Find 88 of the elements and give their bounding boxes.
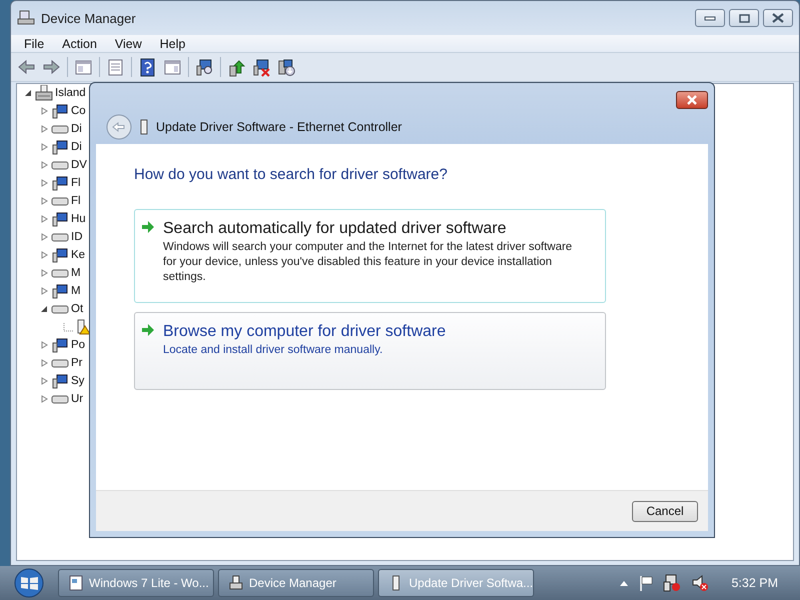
panel-icon[interactable]: [163, 58, 182, 76]
expand-arrow-icon[interactable]: [41, 341, 48, 349]
tree-item[interactable]: Fl: [71, 177, 81, 189]
menu-item[interactable]: Action: [53, 36, 106, 50]
expand-arrow-icon[interactable]: [41, 107, 48, 115]
minimize-icon: [704, 16, 716, 20]
expand-arrow-icon[interactable]: [41, 251, 48, 259]
expand-arrow-icon[interactable]: [41, 161, 48, 169]
tree-item[interactable]: Hu: [71, 213, 86, 225]
close-button[interactable]: [763, 9, 793, 27]
expand-arrow-icon[interactable]: [41, 197, 48, 205]
menu-item[interactable]: View: [106, 36, 151, 50]
tree-item[interactable]: ID: [71, 231, 82, 243]
close-icon: [686, 95, 698, 105]
monitor-search-icon[interactable]: [195, 58, 214, 76]
list-icon[interactable]: [106, 58, 125, 76]
tree-item[interactable]: Ur: [71, 393, 84, 405]
expand-arrow-icon[interactable]: [41, 395, 48, 403]
tree-item[interactable]: Sy: [71, 375, 84, 387]
window-title: Device Manager: [41, 10, 137, 26]
device-icon: [140, 118, 148, 134]
arrow-left-icon[interactable]: [17, 58, 36, 76]
expand-arrow-icon[interactable]: [41, 125, 48, 133]
arrow-right-icon: [141, 323, 155, 337]
close-icon: [772, 13, 784, 23]
option-button[interactable]: [134, 209, 606, 303]
clock[interactable]: 5:32 PM: [731, 576, 778, 590]
device-icon: [51, 247, 69, 263]
device-icon: [51, 175, 69, 191]
expand-arrow-icon[interactable]: [41, 269, 48, 277]
device-icon: [51, 139, 69, 155]
tree-item[interactable]: Po: [71, 339, 86, 351]
arrow-right-icon: [141, 220, 155, 234]
maximize-icon: [738, 14, 750, 22]
device-icon: [51, 283, 69, 299]
tree-item[interactable]: Ot: [71, 303, 84, 315]
tree-item[interactable]: Di: [71, 123, 82, 135]
monitor-down-icon[interactable]: [277, 58, 296, 76]
monitor-x-icon[interactable]: [252, 58, 271, 76]
tree-line-icon: [63, 322, 73, 332]
device-icon: [51, 337, 69, 353]
tree-item[interactable]: Fl: [71, 195, 81, 207]
expand-arrow-icon[interactable]: [41, 143, 48, 151]
panel-icon[interactable]: [74, 58, 93, 76]
expand-arrow-icon[interactable]: [41, 287, 48, 295]
tree-item[interactable]: Di: [71, 141, 82, 153]
expand-arrow-icon[interactable]: [41, 215, 48, 223]
device-icon: [51, 103, 69, 119]
device-icon: [51, 211, 69, 227]
help-icon[interactable]: [138, 58, 157, 76]
arrow-right-icon[interactable]: [42, 58, 61, 76]
tree-item[interactable]: Pr: [71, 357, 82, 369]
option-button[interactable]: Browse my computer for driver software Locate and install driver software manually.: [134, 312, 606, 390]
document-icon: [69, 575, 83, 591]
back-button[interactable]: [106, 114, 132, 140]
dialog-title: Update Driver Software - Ethernet Controller: [156, 120, 402, 134]
cancel-button[interactable]: Cancel: [632, 500, 698, 522]
option-description: Locate and install driver software manually.: [163, 343, 384, 358]
tree-item[interactable]: Island: [55, 87, 86, 99]
option-title: Browse my computer for driver software: [163, 323, 446, 341]
collapse-arrow-icon[interactable]: [25, 89, 32, 97]
computer-icon: [229, 575, 243, 591]
menu-item[interactable]: Help: [150, 36, 194, 50]
tree-item[interactable]: M: [71, 267, 81, 279]
expand-arrow-icon[interactable]: [41, 233, 48, 241]
tree-item[interactable]: DV: [71, 159, 87, 171]
device-icon: [51, 373, 69, 389]
minimize-button[interactable]: [695, 9, 725, 27]
network-icon[interactable]: [663, 574, 682, 592]
caret-up-icon[interactable]: [619, 579, 630, 587]
tree-item[interactable]: Ke: [71, 249, 86, 261]
speaker-muted-icon[interactable]: [691, 574, 710, 592]
collapse-arrow-icon[interactable]: [41, 305, 48, 313]
expand-arrow-icon[interactable]: [41, 179, 48, 187]
tree-item[interactable]: M: [71, 285, 81, 297]
expand-arrow-icon[interactable]: [41, 377, 48, 385]
menu-item[interactable]: File: [15, 36, 54, 50]
maximize-button[interactable]: [729, 9, 759, 27]
expand-arrow-icon[interactable]: [41, 359, 48, 367]
arrow-up-icon[interactable]: [227, 58, 246, 76]
dialog-heading: How do you want to search for driver software?: [134, 166, 448, 183]
tree-item[interactable]: Co: [71, 105, 86, 117]
flag-icon[interactable]: [639, 575, 654, 591]
close-button[interactable]: [676, 91, 708, 109]
option-title: Search automatically for updated driver software: [163, 220, 508, 238]
computer-icon: [35, 85, 53, 101]
computer-icon: [17, 10, 35, 26]
option-description: Windows will search your computer and the Internet for the latest driver software for your device, unless you've disabled this feature in your device installation settings.: [163, 240, 574, 285]
